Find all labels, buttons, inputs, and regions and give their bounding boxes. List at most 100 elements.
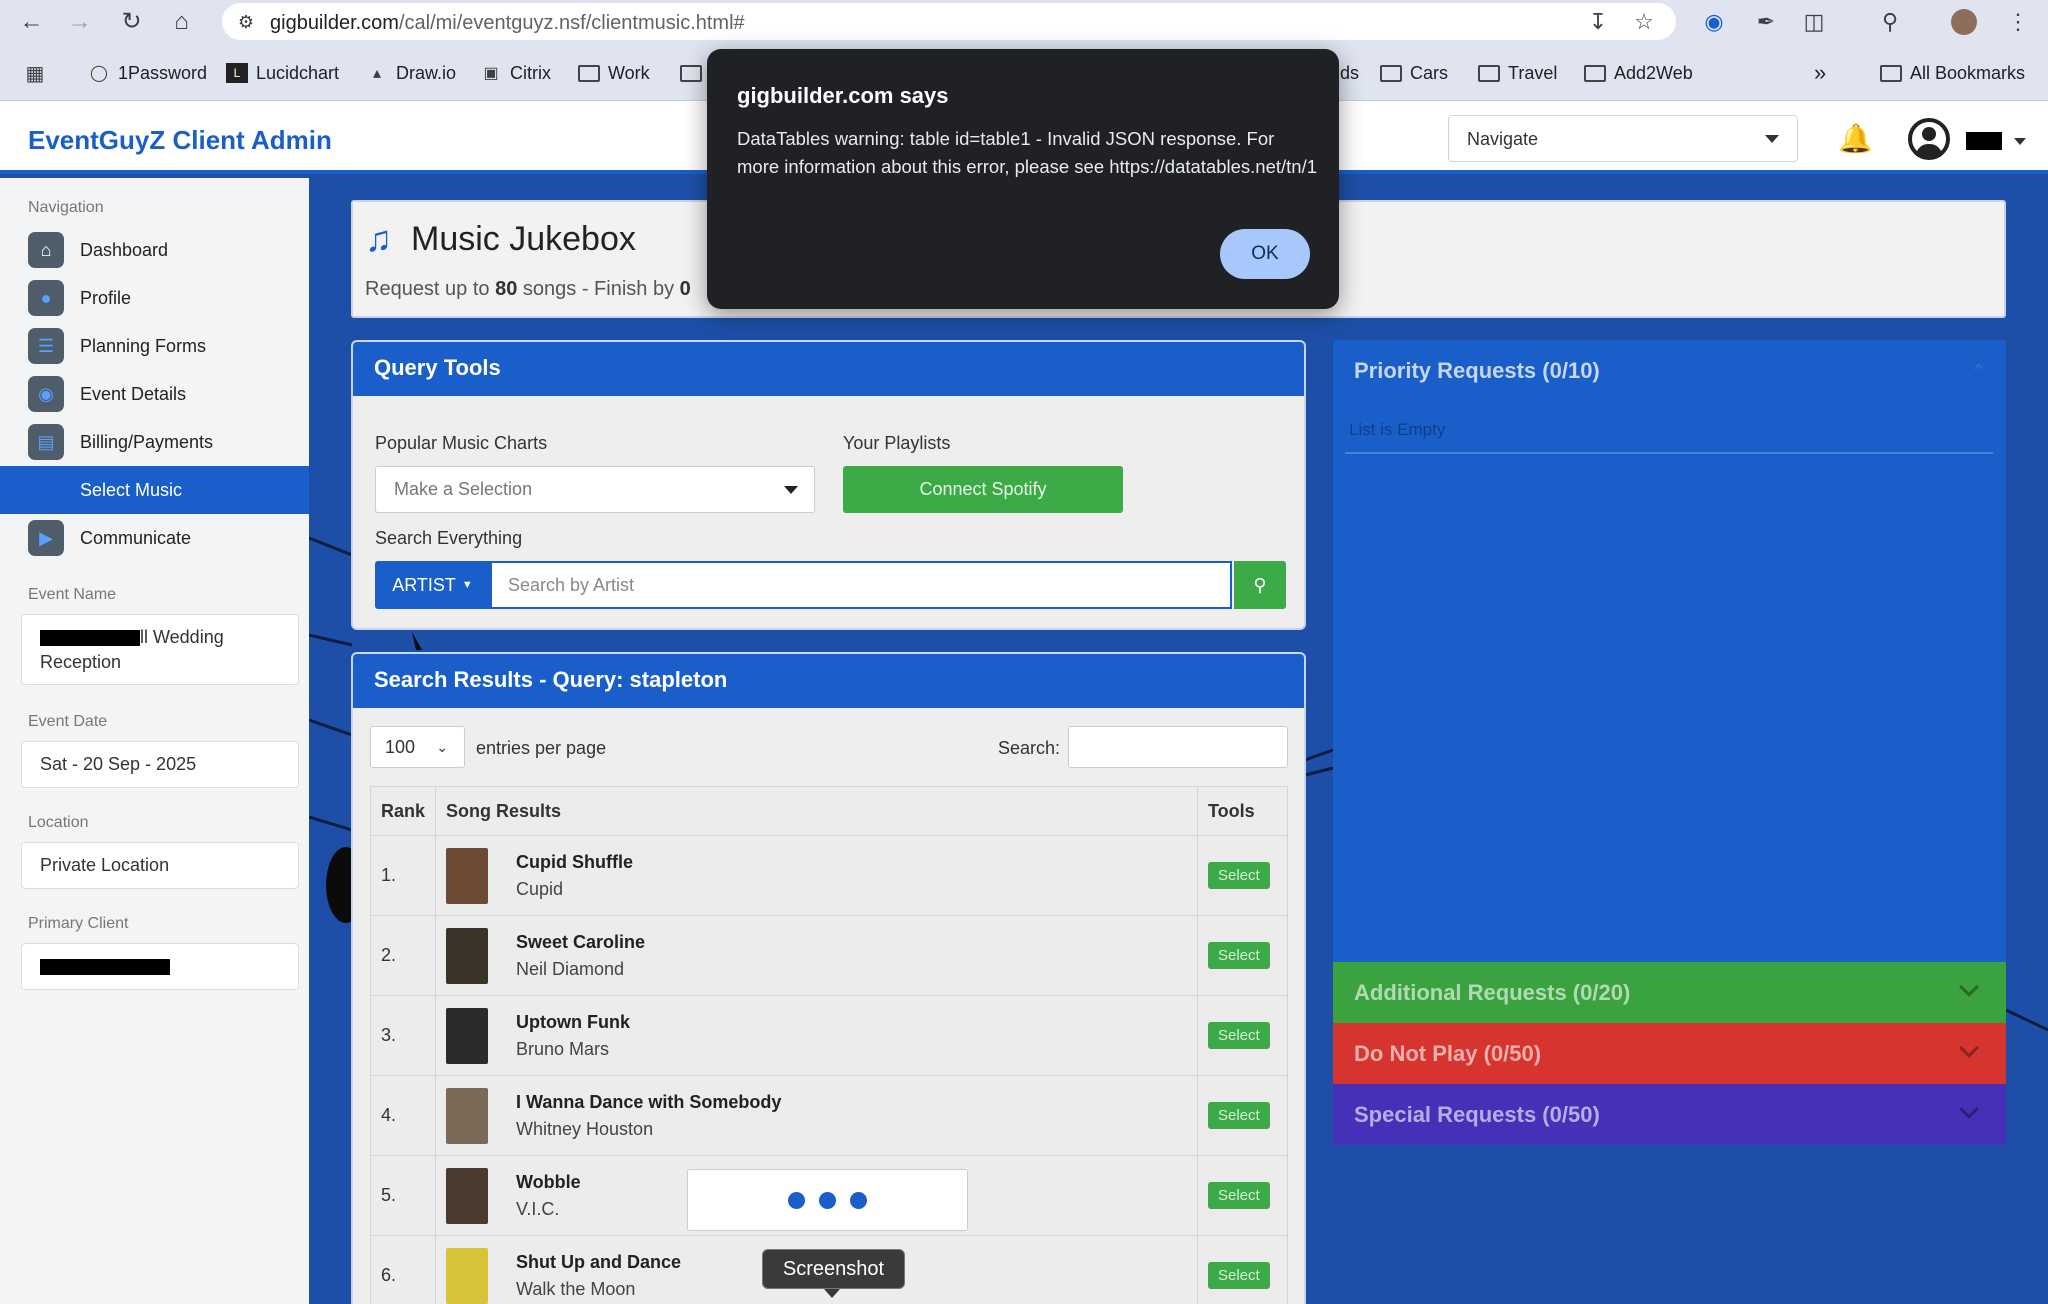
forward-icon[interactable]: → xyxy=(64,6,95,37)
bookmark-folder-cars[interactable]: Cars xyxy=(1380,61,1448,85)
bookmark-folder-all[interactable]: All Bookmarks xyxy=(1880,61,2025,85)
select-button[interactable]: Select xyxy=(1208,862,1270,889)
screenshot-tooltip: Screenshot xyxy=(762,1249,905,1289)
song-title: Cupid Shuffle xyxy=(516,851,633,872)
password-manager-icon[interactable]: ◉ xyxy=(1700,8,1728,36)
user-menu-caret-icon[interactable] xyxy=(2014,138,2026,145)
table-search-input[interactable] xyxy=(1068,726,1288,768)
song-artist: Neil Diamond xyxy=(516,958,625,979)
home-icon[interactable]: ⌂ xyxy=(166,6,197,37)
folder-icon xyxy=(1380,64,1402,82)
sidebar-item-dashboard[interactable]: ⌂ Dashboard xyxy=(0,226,309,274)
location-field: Private Location xyxy=(21,842,299,889)
select-button[interactable]: Select xyxy=(1208,942,1270,969)
redacted-text xyxy=(40,958,170,975)
playlists-label: Your Playlists xyxy=(843,433,951,453)
chevron-down-icon xyxy=(1959,1038,1979,1058)
priority-requests-title[interactable]: Priority Requests (0/10) xyxy=(1354,358,1600,384)
bookmark-folder-partial[interactable] xyxy=(680,61,702,85)
sidebar-item-select-music[interactable]: Select Music xyxy=(0,466,309,514)
folder-icon xyxy=(1478,64,1500,82)
sidebar-item-profile[interactable]: ● Profile xyxy=(0,274,309,322)
entries-per-page-label: entries per page xyxy=(476,738,607,758)
bookmark-lucidchart[interactable]: L Lucidchart xyxy=(226,61,339,85)
ok-button[interactable]: OK xyxy=(1220,229,1310,279)
profile-avatar-icon[interactable] xyxy=(1950,8,1978,36)
citrix-icon: ▣ xyxy=(483,65,499,82)
list-icon: ☰ xyxy=(28,328,64,364)
column-header-song[interactable]: Song Results xyxy=(435,786,1198,836)
event-name-field: ll Wedding Reception xyxy=(21,614,299,685)
select-button[interactable]: Select xyxy=(1208,1102,1270,1129)
bookmark-folder-add2web[interactable]: Add2Web xyxy=(1584,61,1693,85)
tools-cell: Select xyxy=(1197,1235,1288,1304)
event-date-field: Sat - 20 Sep - 2025 xyxy=(21,741,299,788)
bookmark-folder-travel[interactable]: Travel xyxy=(1478,61,1557,85)
music-note-icon: ♫ xyxy=(365,218,392,259)
user-avatar-icon[interactable] xyxy=(1908,118,1950,160)
redacted-text xyxy=(40,629,140,646)
caret-down-icon xyxy=(1765,135,1779,143)
brand-title[interactable]: EventGuyZ Client Admin xyxy=(28,125,332,156)
popular-charts-dropdown[interactable]: Make a Selection xyxy=(375,466,815,513)
chevron-down-icon xyxy=(1959,1099,1979,1119)
bookmark-folder-ds[interactable]: ds xyxy=(1340,61,1359,85)
chevron-up-icon[interactable]: ⌃ xyxy=(1970,360,1988,386)
do-not-play-accordion[interactable]: Do Not Play (0/50) xyxy=(1333,1023,2006,1084)
caret-down-icon: ▼ xyxy=(461,579,473,591)
more-bookmarks-icon[interactable]: » xyxy=(1814,60,1826,85)
album-art xyxy=(446,1247,489,1304)
table-row: 2. Sweet Caroline Neil Diamond Select xyxy=(369,915,1288,996)
browser-toolbar: ← → ↻ ⌂ ⚙ gigbuilder.com/cal/mi/eventguy… xyxy=(0,0,2048,43)
song-artist: Whitney Houston xyxy=(516,1118,654,1139)
song-title: Wobble xyxy=(516,1171,581,1192)
bookmark-1password[interactable]: ◯ 1Password xyxy=(88,61,207,85)
eyedropper-extension-icon[interactable]: ✒ xyxy=(1752,8,1780,36)
column-header-tools: Tools xyxy=(1197,786,1288,836)
navigate-dropdown[interactable]: Navigate xyxy=(1448,115,1798,162)
bookmark-citrix[interactable]: ▣ Citrix xyxy=(480,61,551,85)
select-button[interactable]: Select xyxy=(1208,1262,1270,1289)
search-type-dropdown[interactable]: ARTIST ▼ xyxy=(375,561,490,609)
album-art xyxy=(446,927,489,984)
bookmark-star-icon[interactable]: ☆ xyxy=(1630,8,1658,36)
tab-search-icon[interactable]: ⚲ xyxy=(1876,8,1904,36)
song-artist: Walk the Moon xyxy=(516,1278,636,1299)
additional-requests-accordion[interactable]: Additional Requests (0/20) xyxy=(1333,962,2006,1023)
search-icon[interactable]: ⚲ xyxy=(1234,561,1286,609)
special-requests-accordion[interactable]: Special Requests (0/50) xyxy=(1333,1084,2006,1145)
song-title: Sweet Caroline xyxy=(516,931,646,952)
select-button[interactable]: Select xyxy=(1208,1182,1270,1209)
sidebar-item-planning-forms[interactable]: ☰ Planning Forms xyxy=(0,322,309,370)
select-button[interactable]: Select xyxy=(1208,1022,1270,1049)
user-menu-redacted[interactable] xyxy=(1966,132,2002,150)
event-date-label: Event Date xyxy=(28,713,108,730)
address-bar[interactable]: ⚙ gigbuilder.com/cal/mi/eventguyz.nsf/cl… xyxy=(222,3,1676,40)
search-input[interactable]: Search by Artist xyxy=(490,561,1232,609)
table-row: 3. Uptown Funk Bruno Mars Select xyxy=(369,995,1288,1076)
entries-per-page-select[interactable]: 100 ⌄ xyxy=(370,726,465,768)
site-settings-icon[interactable]: ⚙ xyxy=(232,8,260,36)
browser-menu-icon[interactable]: ⋮ xyxy=(2004,8,2032,36)
notification-bell-icon[interactable]: 🔔 xyxy=(1838,122,1873,155)
album-art xyxy=(446,1087,489,1144)
apps-icon[interactable]: ▦ xyxy=(24,61,46,85)
map-pin-icon: ◉ xyxy=(28,376,64,412)
extensions-icon[interactable]: ◫ xyxy=(1800,8,1828,36)
sidebar-item-communicate[interactable]: ▶ Communicate xyxy=(0,514,309,562)
bookmark-drawio[interactable]: ▴ Draw.io xyxy=(366,61,456,85)
bookmark-folder-work[interactable]: Work xyxy=(578,61,650,85)
back-icon[interactable]: ← xyxy=(16,6,47,37)
primary-client-field xyxy=(21,943,299,990)
reload-icon[interactable]: ↻ xyxy=(116,6,147,37)
query-tools-card: Query Tools Popular Music Charts Make a … xyxy=(351,340,1306,630)
loading-dot xyxy=(788,1191,805,1209)
connect-spotify-button[interactable]: Connect Spotify xyxy=(843,466,1123,513)
tools-cell: Select xyxy=(1197,1075,1288,1156)
song-cell: Cupid Shuffle Cupid xyxy=(435,835,1198,916)
sidebar-item-billing[interactable]: ▤ Billing/Payments xyxy=(0,418,309,466)
column-header-rank[interactable]: Rank xyxy=(369,786,437,836)
folder-icon xyxy=(1584,64,1606,82)
sidebar-item-event-details[interactable]: ◉ Event Details xyxy=(0,370,309,418)
install-app-icon[interactable]: ↧ xyxy=(1584,8,1612,36)
